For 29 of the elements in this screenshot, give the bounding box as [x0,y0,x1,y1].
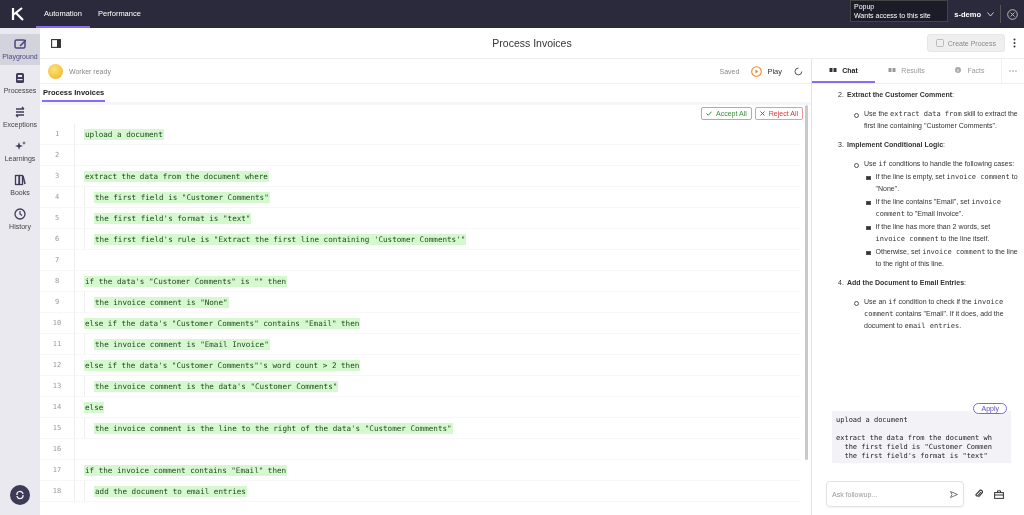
bullet-icon [866,225,871,230]
info-icon [954,67,963,73]
logo-icon [11,7,25,21]
refresh-icon [15,490,25,500]
edit-icon [14,38,26,50]
clock-icon [14,208,26,220]
columns-icon [888,67,897,73]
refresh-icon[interactable] [794,66,803,76]
columns-icon [829,67,838,73]
page-title: Process Invoices [492,37,572,49]
check-icon [706,111,713,116]
close-circle-icon[interactable] [1007,8,1018,20]
sparkle-icon [14,140,26,152]
send-icon[interactable] [950,490,958,498]
chevron-down-icon[interactable] [987,11,994,17]
play-icon [751,65,763,77]
bullet-icon [866,250,871,255]
bullet-icon [866,175,871,180]
toolbox-icon[interactable] [994,489,1004,499]
bullet-icon [866,200,871,205]
scrollbar[interactable] [805,105,808,460]
arrows-icon [14,106,26,118]
books-icon [14,174,26,186]
panel-toggle-icon[interactable] [51,38,61,48]
assistant-button[interactable] [10,485,30,505]
kebab-icon[interactable] [1013,38,1016,48]
close-icon [759,111,765,116]
worker-avatar [48,63,63,79]
paperclip-icon[interactable] [975,489,983,499]
